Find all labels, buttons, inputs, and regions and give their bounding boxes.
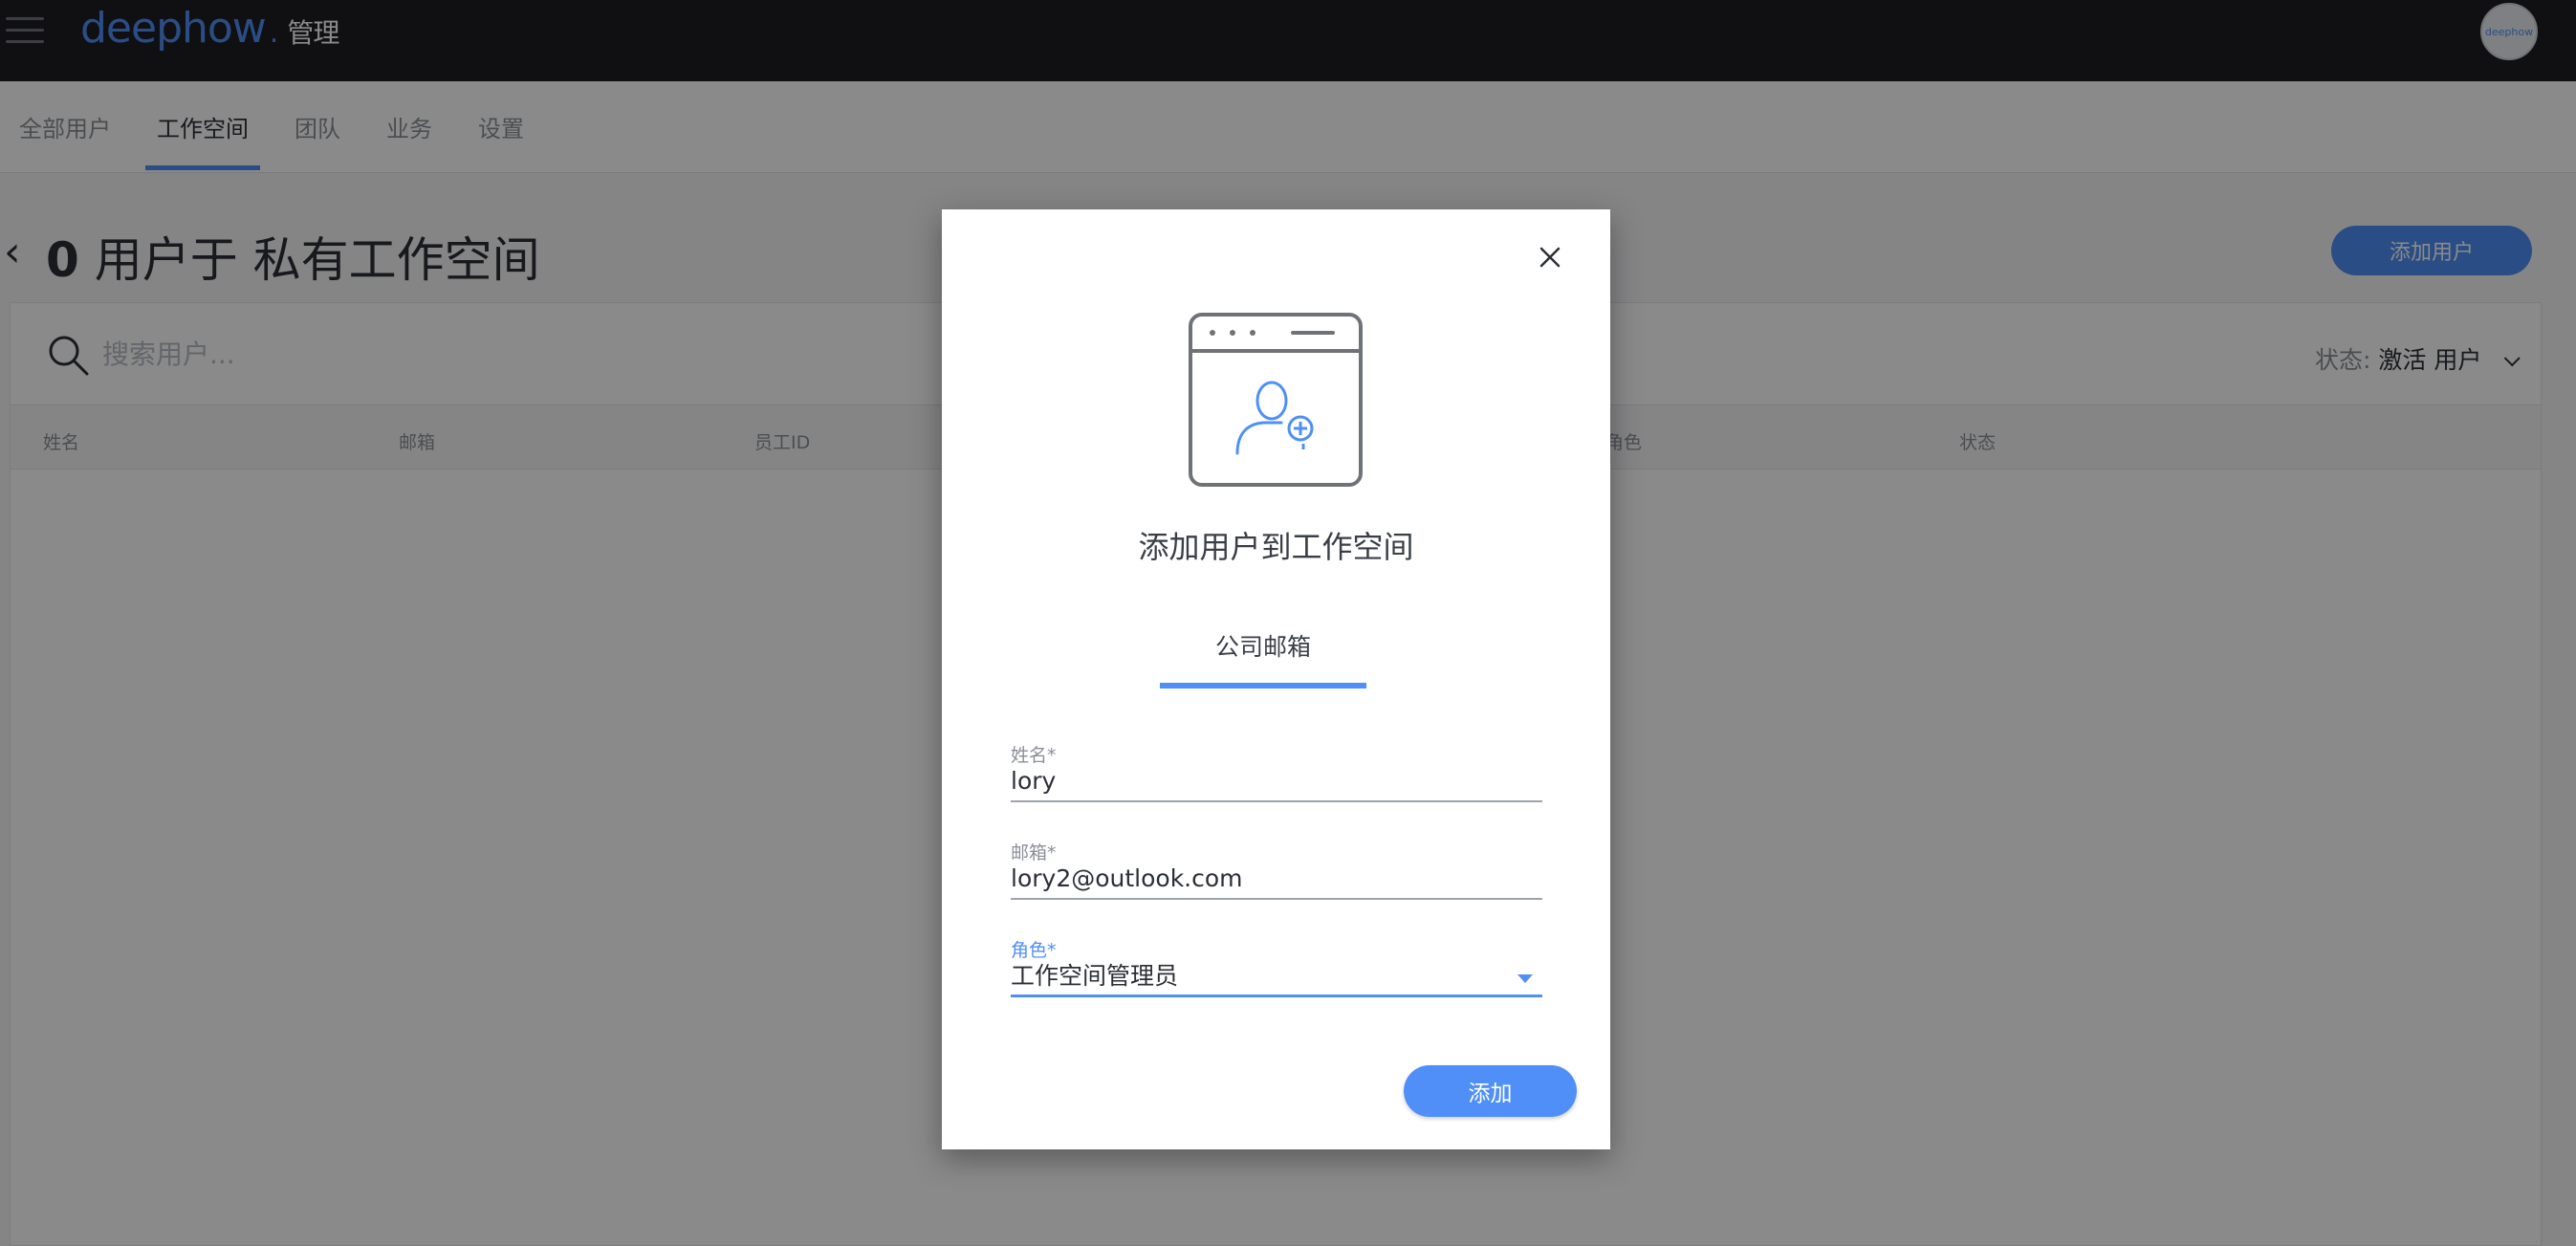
name-field-label: 姓名* [1011,745,1057,766]
name-input[interactable]: lory [1011,764,1542,802]
role-field-label: 角色* [1011,940,1057,961]
email-field[interactable]: 邮箱* lory2@outlook.com [1011,839,1542,900]
email-input[interactable]: lory2@outlook.com [1011,862,1542,900]
role-select-value[interactable]: 工作空间管理员 [1011,959,1542,997]
add-user-dialog: 添加用户到工作空间 公司邮箱 姓名* lory 邮箱* lory2@outloo… [942,209,1610,1149]
dialog-tab-indicator [1160,683,1366,689]
add-user-window-icon [1189,313,1363,487]
role-select[interactable]: 角色* 工作空间管理员 [1011,936,1542,997]
add-button[interactable]: 添加 [1404,1065,1577,1117]
close-icon [1539,247,1561,268]
email-field-label: 邮箱* [1011,842,1057,863]
dialog-title: 添加用户到工作空间 [1138,529,1414,565]
dropdown-arrow-icon[interactable] [1517,974,1533,983]
name-field[interactable]: 姓名* lory [1011,741,1542,802]
tab-company-email[interactable]: 公司邮箱 [1160,628,1366,686]
close-button[interactable] [1533,240,1567,274]
